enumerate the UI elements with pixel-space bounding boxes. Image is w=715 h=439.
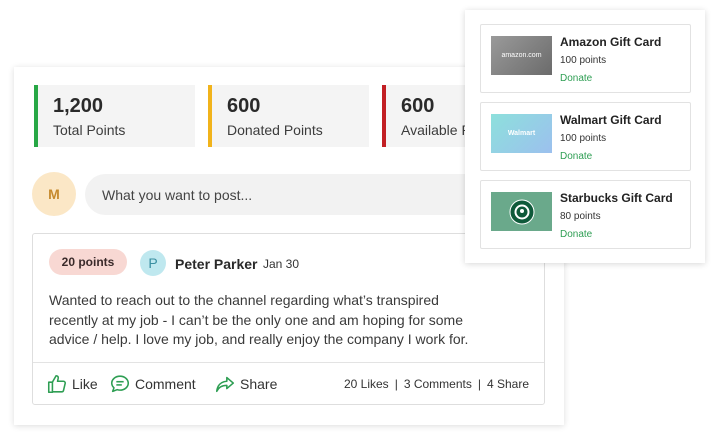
gift-card-name: Amazon Gift Card	[560, 35, 662, 49]
total-points-value: 1,200	[53, 95, 104, 117]
likes-count[interactable]: 20 Likes	[344, 377, 389, 391]
comment-icon	[110, 375, 130, 393]
separator: |	[477, 377, 481, 391]
donate-link[interactable]: Donate	[560, 229, 592, 240]
like-button[interactable]: Like	[46, 373, 98, 395]
gift-card-item-starbucks[interactable]: Starbucks Gift Card 80 points Donate	[480, 180, 691, 249]
post-date: Jan 30	[263, 257, 300, 271]
total-points-label: Total Points	[53, 122, 126, 138]
post-body: Wanted to reach out to the channel regar…	[49, 292, 469, 347]
walmart-logo-text: Walmart	[507, 130, 536, 137]
comments-count[interactable]: 3 Comments	[404, 377, 472, 391]
comment-label: Comment	[135, 376, 196, 392]
gift-card-points: 80 points	[560, 211, 601, 222]
avatar: M	[32, 172, 76, 216]
gift-card-item-amazon[interactable]: amazon.com Amazon Gift Card 100 points D…	[480, 24, 691, 93]
divider	[33, 362, 544, 363]
donate-link[interactable]: Donate	[560, 151, 592, 162]
available-points-value: 600	[401, 95, 435, 117]
share-icon	[215, 376, 235, 393]
donated-points-label: Donated Points	[227, 122, 323, 138]
comment-button[interactable]: Comment	[109, 373, 196, 395]
starbucks-logo-icon	[491, 192, 552, 231]
amazon-logo-text: amazon.com	[501, 52, 542, 59]
donated-points-value: 600	[227, 95, 261, 117]
gift-card-name: Walmart Gift Card	[560, 113, 662, 127]
thumbs-up-icon	[47, 374, 66, 394]
donated-points-stat: 600 Donated Points	[208, 85, 369, 147]
like-label: Like	[72, 376, 98, 392]
shares-count[interactable]: 4 Share	[487, 377, 529, 391]
separator: |	[394, 377, 398, 391]
gift-card-points: 100 points	[560, 55, 607, 66]
share-label: Share	[240, 376, 278, 392]
author-name[interactable]: Peter Parker	[175, 256, 258, 272]
donate-link[interactable]: Donate	[560, 73, 592, 84]
gift-card-panel: amazon.com Amazon Gift Card 100 points D…	[465, 10, 705, 263]
post-engagement: 20 Likes | 3 Comments | 4 Share	[344, 377, 529, 391]
share-button[interactable]: Share	[214, 373, 277, 395]
author-avatar[interactable]: P	[140, 250, 166, 276]
gift-card-points: 100 points	[560, 133, 607, 144]
total-points-stat: 1,200 Total Points	[34, 85, 195, 147]
starbucks-siren-icon	[509, 199, 534, 224]
walmart-logo-icon: Walmart	[491, 114, 552, 153]
amazon-logo-icon: amazon.com	[491, 36, 552, 75]
gift-card-item-walmart[interactable]: Walmart Walmart Gift Card 100 points Don…	[480, 102, 691, 171]
gift-card-name: Starbucks Gift Card	[560, 191, 673, 205]
points-badge: 20 points	[49, 249, 127, 275]
